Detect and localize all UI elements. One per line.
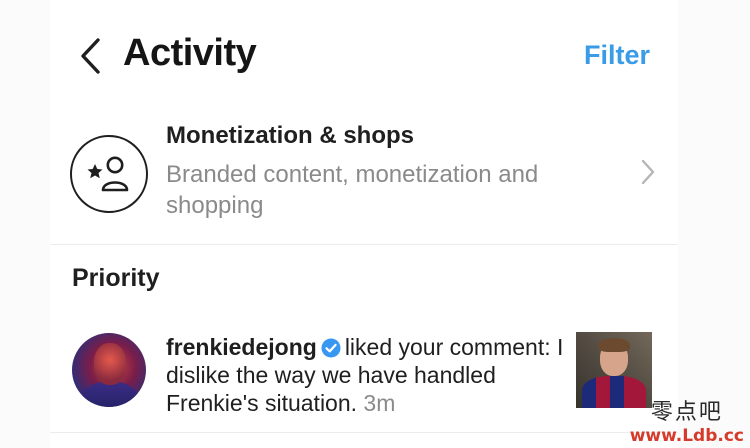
monetization-subtitle: Branded content, monetization and shoppi… (166, 161, 539, 219)
user-avatar[interactable] (72, 333, 146, 407)
chevron-right-icon (641, 159, 655, 185)
row-divider (50, 432, 678, 433)
watermark-chinese: 零点吧 (650, 400, 723, 425)
header: Activity Filter (50, 0, 678, 104)
monetization-shops-row[interactable]: Monetization & shops Branded content, mo… (50, 104, 678, 244)
verified-badge-icon (321, 338, 341, 358)
notification-time: 3m (363, 390, 396, 416)
filter-button[interactable]: Filter (584, 40, 650, 71)
monetization-title: Monetization & shops (166, 122, 414, 149)
notification-item[interactable]: frenkiedejong liked your comment: I disl… (50, 322, 678, 422)
watermark: 零点吧 www.Ldb.cc (630, 394, 744, 446)
activity-screen: Activity Filter Monetization & shops Bra… (50, 0, 678, 448)
priority-section-title: Priority (72, 264, 160, 292)
section-divider (50, 244, 678, 245)
username-link[interactable]: frenkiedejong (166, 334, 317, 360)
watermark-url: www.Ldb.cc (629, 426, 744, 446)
notification-text-block: frenkiedejong liked your comment: I disl… (166, 333, 586, 417)
star-person-icon (70, 135, 148, 213)
back-chevron-icon[interactable] (78, 37, 104, 75)
page-title: Activity (123, 32, 257, 74)
